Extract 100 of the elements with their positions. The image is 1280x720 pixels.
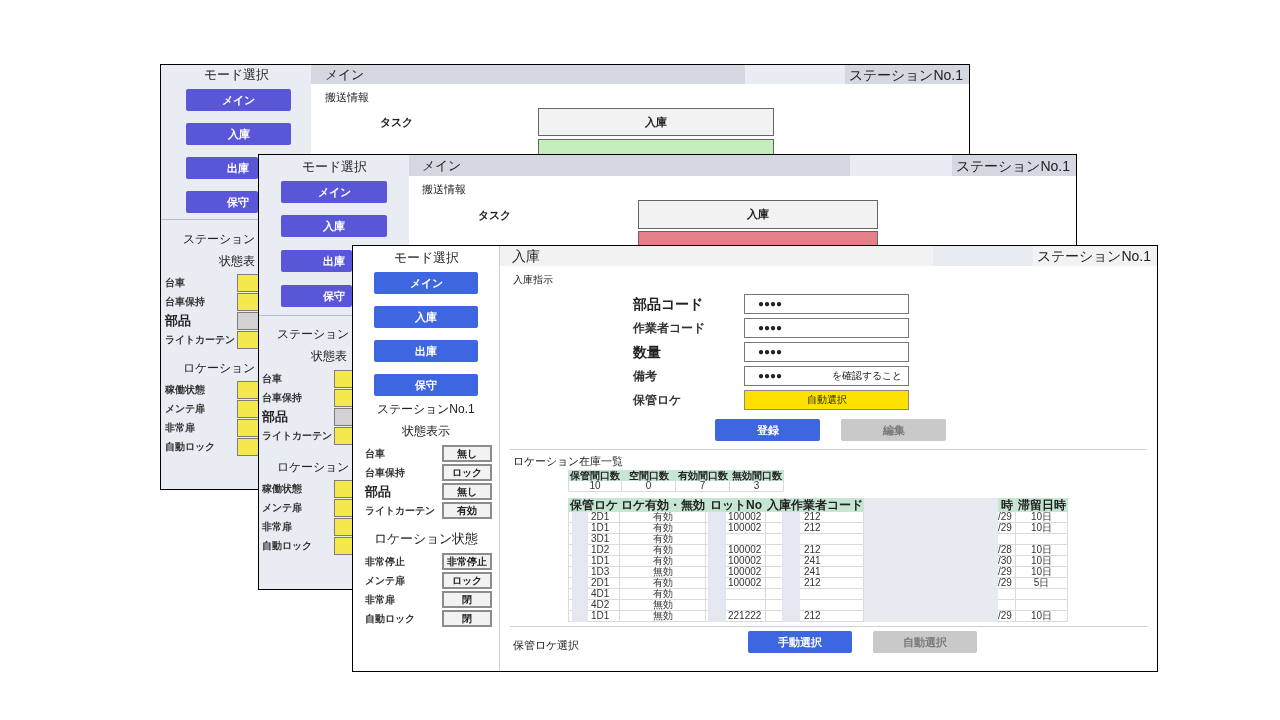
table-cell: 212 xyxy=(804,512,821,522)
status-label: ライトカーテン xyxy=(262,430,332,442)
table-cell: 無効 xyxy=(652,611,673,621)
table-cell: 0 xyxy=(645,481,652,491)
table-cell: 10日 xyxy=(1030,512,1053,522)
table-cell: 100002 xyxy=(728,512,762,522)
screen-title: 入庫 xyxy=(512,247,540,265)
sidebar-title: モード選択 xyxy=(203,67,269,83)
column-header: 有効間口数 xyxy=(678,470,728,481)
mode-button[interactable]: メイン xyxy=(281,181,387,203)
mode-button[interactable]: メイン xyxy=(374,272,478,294)
table-cell: 212 xyxy=(804,611,821,621)
status-label: 部品 xyxy=(165,313,191,329)
status-label: 自動ロック xyxy=(262,540,312,552)
table-cell: 100002 xyxy=(728,556,762,566)
table-cell: 無効 xyxy=(652,567,673,577)
table-cell: 有効 xyxy=(652,578,673,588)
section-title: 状態表 xyxy=(311,348,347,364)
status-label: 稼働状態 xyxy=(262,483,302,495)
table-cell: 3 xyxy=(753,481,760,491)
section-title: 状態表 xyxy=(219,253,255,269)
status-value: 非常停止 xyxy=(442,553,492,570)
table-cell: 2D1 xyxy=(591,512,610,522)
section-title: ロケーション状態 xyxy=(374,531,478,547)
status-value: 閉 xyxy=(442,610,492,627)
table-cell: 1D2 xyxy=(591,545,610,555)
table-cell: /29 xyxy=(998,523,1012,533)
mode-button[interactable]: メイン xyxy=(186,89,291,111)
status-label: 台車 xyxy=(262,373,282,385)
mode-button[interactable]: 入庫 xyxy=(186,123,291,145)
table-cell: 10日 xyxy=(1030,523,1053,533)
table-cell: /29 xyxy=(998,578,1012,588)
screen-title: メイン xyxy=(422,156,461,175)
mode-button[interactable]: 保守 xyxy=(281,285,352,307)
mode-button[interactable]: 保守 xyxy=(374,374,478,396)
input-field[interactable]: ●●●● xyxy=(744,318,909,338)
table-cell: 10日 xyxy=(1030,556,1053,566)
sidebar-title: モード選択 xyxy=(301,159,367,175)
status-value: ロック xyxy=(442,572,492,589)
table-cell: /29 xyxy=(998,512,1012,522)
table-cell: 241 xyxy=(804,567,821,577)
column-header: ロットNo xyxy=(710,498,762,512)
status-label: 自動ロック xyxy=(165,441,215,453)
mode-button[interactable]: 入庫 xyxy=(374,306,478,328)
input-field[interactable]: ●●●● xyxy=(744,294,909,314)
station-name: ステーションNo.1 xyxy=(955,156,1071,175)
location-selector[interactable]: 自動選択 xyxy=(744,390,909,410)
status-label: ライトカーテン xyxy=(165,334,235,346)
status-label: 非常扉 xyxy=(365,593,395,606)
table-cell: 221222 xyxy=(728,611,762,621)
column-header: ロケ有効・無効 xyxy=(621,498,705,512)
column-header: 保管間口数 xyxy=(570,470,620,481)
table-cell: 100002 xyxy=(728,523,762,533)
status-label: 台車 xyxy=(365,447,385,460)
column-header: 時 xyxy=(1001,498,1013,512)
mode-button[interactable]: 出庫 xyxy=(186,157,258,179)
mode-button[interactable]: 入庫 xyxy=(281,215,387,237)
table-cell: 10日 xyxy=(1030,567,1053,577)
table-cell: 3D1 xyxy=(591,534,610,544)
column-header: 保管ロケ xyxy=(570,498,618,512)
input-field[interactable]: ●●●● xyxy=(744,342,909,362)
table-cell: 1D1 xyxy=(591,523,610,533)
station-name: ステーションNo.1 xyxy=(1036,247,1152,265)
section-title: 搬送情報 xyxy=(422,182,466,196)
table-cell: 10日 xyxy=(1030,545,1053,555)
mode-button[interactable]: 保守 xyxy=(186,191,258,213)
table-cell: 100002 xyxy=(728,567,762,577)
table-cell: 有効 xyxy=(652,512,673,522)
input-field[interactable]: ●●●● を確認すること xyxy=(744,366,909,386)
task-value: 入庫 xyxy=(538,108,774,136)
station-name: ステーションNo.1 xyxy=(848,65,964,84)
table-cell: 有効 xyxy=(652,545,673,555)
table-cell: /29 xyxy=(998,611,1012,621)
status-label: 台車保持 xyxy=(365,466,405,479)
column-header: 無効間口数 xyxy=(732,470,782,481)
status-label: 非常扉 xyxy=(262,521,292,533)
table-cell: 2D1 xyxy=(591,578,610,588)
table-cell: 5日 xyxy=(1033,578,1050,588)
station-name: ステーション xyxy=(183,231,255,247)
station-name: ステーションNo.1 xyxy=(377,401,475,417)
section-title: 入庫指示 xyxy=(513,274,553,286)
status-label: 自動ロック xyxy=(365,612,415,625)
status-label: メンテ扉 xyxy=(262,502,302,514)
action-button[interactable]: 手動選択 xyxy=(748,631,852,653)
table-cell: 有効 xyxy=(652,589,673,599)
table-cell: 無効 xyxy=(652,600,673,610)
section-title: 搬送情報 xyxy=(325,90,369,104)
table-cell: 1D1 xyxy=(591,556,610,566)
table-cell: /28 xyxy=(998,545,1012,555)
table-cell: /29 xyxy=(998,567,1012,577)
status-value: 閉 xyxy=(442,591,492,608)
table-cell: 1D1 xyxy=(591,611,610,621)
mode-button[interactable]: 出庫 xyxy=(374,340,478,362)
table-cell: 212 xyxy=(804,523,821,533)
mode-button[interactable]: 出庫 xyxy=(281,250,352,272)
status-label: 非常扉 xyxy=(165,422,195,434)
table-cell: 有効 xyxy=(652,534,673,544)
action-button[interactable]: 登録 xyxy=(715,419,820,441)
table-cell: 100002 xyxy=(728,578,762,588)
status-label: 台車 xyxy=(165,277,185,289)
